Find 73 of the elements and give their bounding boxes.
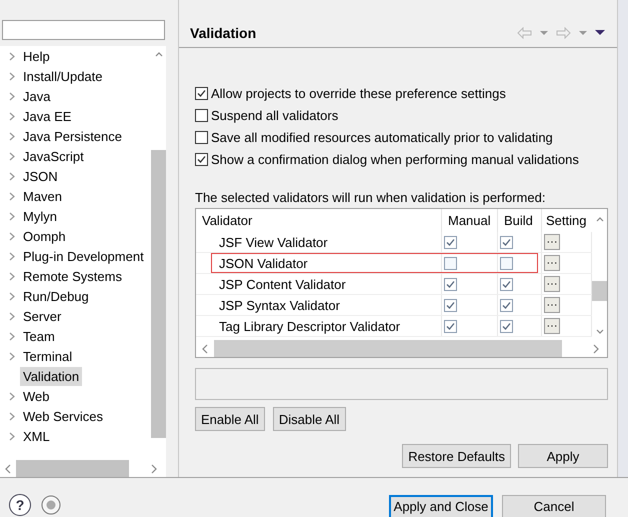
checkbox-label[interactable]: Allow projects to override these preference settings	[211, 86, 506, 100]
dropdown-icon[interactable]	[579, 30, 588, 34]
tree-item[interactable]: Java Persistence	[20, 126, 125, 146]
checkbox[interactable]	[195, 86, 208, 100]
scrollbar-thumb[interactable]	[592, 281, 608, 301]
tree-item[interactable]: XML	[20, 426, 53, 446]
restore-defaults-button[interactable]: Restore Defaults	[402, 444, 512, 468]
checkbox[interactable]	[444, 278, 457, 290]
dialog-button[interactable]: Cancel	[502, 495, 606, 517]
tree-item[interactable]: Install/Update	[20, 66, 106, 86]
tree-item[interactable]: Java EE	[20, 106, 74, 126]
settings-button[interactable]: ···	[544, 297, 560, 313]
scroll-right-icon[interactable]	[592, 344, 600, 354]
tree-item[interactable]: Terminal	[20, 346, 76, 366]
checkbox[interactable]	[444, 256, 457, 270]
filter-field[interactable]	[2, 20, 165, 40]
checkbox[interactable]	[444, 236, 457, 248]
tree-item[interactable]: Oomph	[20, 226, 69, 246]
help-button[interactable]: ?	[9, 494, 31, 516]
tree-item[interactable]: Java	[20, 86, 54, 106]
tree-item[interactable]: Web Services	[20, 406, 106, 426]
checkbox-label[interactable]: Suspend all validators	[211, 108, 338, 122]
validator-name: JSF View Validator	[219, 234, 328, 250]
scroll-right-icon[interactable]	[150, 464, 158, 474]
column-header[interactable]: Setting	[542, 209, 592, 232]
tree-item[interactable]: Maven	[20, 186, 66, 206]
checkbox[interactable]	[500, 320, 513, 332]
tree-item[interactable]: Web	[20, 386, 52, 406]
tree-item[interactable]: Server	[20, 306, 64, 326]
dialog-button[interactable]: Apply and Close	[389, 495, 493, 517]
tree-item[interactable]: Remote Systems	[20, 266, 125, 286]
column-header[interactable]: Validator	[196, 209, 442, 232]
dropdown-icon[interactable]	[540, 30, 548, 34]
checkbox[interactable]	[444, 298, 457, 312]
checkbox-label[interactable]: Save all modified resources automatically prior to validating	[211, 130, 553, 144]
tree-item[interactable]: JSON	[20, 166, 61, 186]
settings-button[interactable]: ···	[544, 255, 560, 271]
page-title: Validation	[190, 24, 256, 40]
checkbox[interactable]	[500, 278, 513, 290]
tree-item[interactable]: Help	[20, 46, 53, 66]
validator-name: JSP Content Validator	[219, 276, 346, 292]
scroll-left-icon[interactable]	[4, 464, 12, 474]
checkbox[interactable]	[500, 298, 513, 312]
column-header[interactable]: Manual	[442, 209, 498, 232]
menu-icon[interactable]	[595, 30, 606, 35]
tree-item[interactable]: Validation	[20, 366, 82, 386]
checkbox[interactable]	[195, 152, 208, 166]
enable-all-button[interactable]: Enable All	[195, 407, 265, 431]
checkbox[interactable]	[195, 130, 208, 144]
tree-item[interactable]: Mylyn	[20, 206, 60, 226]
validator-name: JSP Syntax Validator	[219, 298, 340, 312]
tree-item[interactable]: JavaScript	[20, 146, 87, 166]
settings-button[interactable]: ···	[544, 234, 560, 250]
validator-name: Tag Library Descriptor Validator	[219, 318, 400, 334]
checkbox[interactable]	[500, 236, 513, 248]
scroll-left-icon[interactable]	[201, 344, 209, 354]
settings-button[interactable]: ···	[544, 318, 560, 334]
disable-all-button[interactable]: Disable All	[272, 407, 346, 431]
back-arrow-icon[interactable]	[517, 26, 532, 38]
checkbox[interactable]	[195, 108, 208, 122]
record-icon[interactable]	[41, 495, 61, 515]
checkbox-label[interactable]: Show a confirmation dialog when performing manual validations	[211, 152, 579, 166]
table-caption: The selected validators will run when validation is performed:	[195, 190, 546, 204]
tree-item[interactable]: Plug-in Development	[20, 246, 147, 266]
checkbox[interactable]	[444, 320, 457, 332]
tree-item[interactable]: Run/Debug	[20, 286, 92, 306]
column-header[interactable]: Build	[498, 209, 542, 232]
checkbox[interactable]	[500, 256, 513, 270]
tree-item[interactable]: Team	[20, 326, 58, 346]
forward-arrow-icon[interactable]	[556, 26, 572, 38]
validator-name: JSON Validator	[219, 256, 308, 270]
apply-button[interactable]: Apply	[518, 444, 608, 468]
settings-button[interactable]: ···	[544, 276, 560, 292]
